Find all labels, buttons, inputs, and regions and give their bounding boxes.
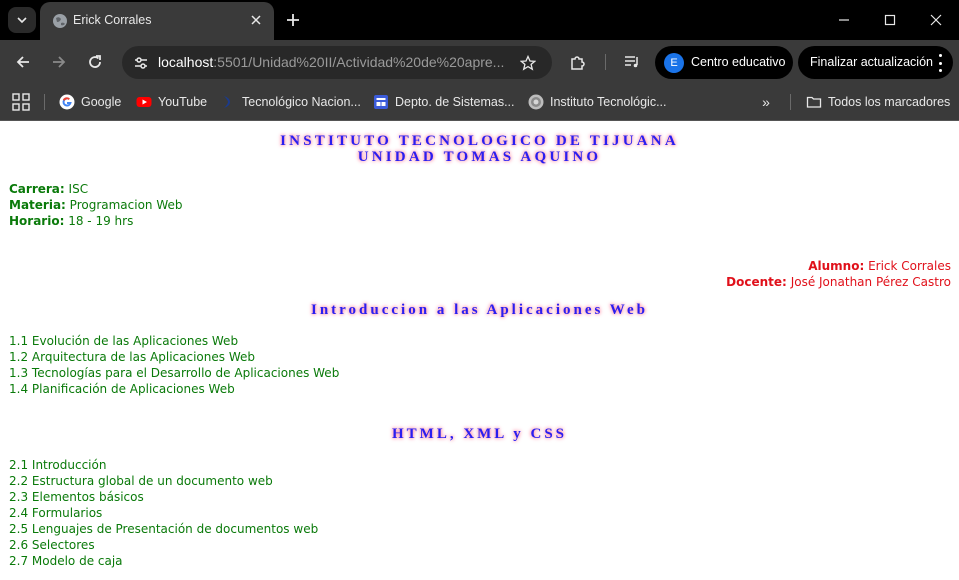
reload-icon — [89, 55, 101, 68]
url-text[interactable]: localhost:5501/Unidad%20II/Actividad%20d… — [158, 54, 508, 70]
google-icon — [59, 94, 75, 110]
bookmarks-bar: Google YouTube Tecnológico Nacion... Dep… — [0, 84, 959, 121]
minimize-icon — [839, 19, 849, 21]
url-host: localhost — [158, 54, 214, 70]
update-button[interactable]: Finalizar actualización — [798, 46, 953, 79]
queue-music-icon — [625, 56, 638, 68]
section-title: Introduccion a las Aplicaciones Web — [311, 302, 648, 318]
topic-item: 2.2 Estructura global de un documento we… — [9, 474, 273, 488]
reload-button[interactable] — [83, 50, 107, 74]
instituto-icon — [528, 94, 544, 110]
bookmark-google[interactable]: Google — [59, 93, 121, 111]
info-materia: Materia: Programacion Web — [9, 198, 183, 212]
sistemas-icon — [373, 94, 389, 110]
tune-icon — [135, 57, 147, 69]
person-key: Docente: — [726, 275, 787, 289]
apps-grid-icon[interactable] — [12, 93, 30, 111]
close-tab-button[interactable] — [248, 12, 264, 28]
topic-item: 2.3 Elementos básicos — [9, 490, 144, 504]
section-title: HTML, XML y CSS — [391, 426, 568, 442]
bookmark-label: YouTube — [158, 95, 208, 109]
avatar: E — [664, 53, 684, 73]
maximize-button[interactable] — [878, 8, 902, 32]
tecnm-icon — [220, 94, 236, 110]
close-window-button[interactable] — [924, 8, 948, 32]
bookmark-label: Depto. de Sistemas... — [395, 95, 515, 109]
bookmark-instituto-tecnologico[interactable]: Instituto Tecnológic... — [528, 93, 667, 111]
plus-icon — [287, 14, 299, 26]
topic-item: 2.4 Formularios — [9, 506, 103, 520]
update-label: Finalizar actualización — [810, 55, 933, 69]
youtube-icon — [136, 94, 152, 110]
star-icon — [520, 55, 536, 71]
tab-title: Erick Corrales — [73, 13, 152, 27]
tab-search-button[interactable] — [8, 7, 36, 33]
bookmark-label: Tecnológico Nacion... — [242, 95, 361, 109]
folder-icon — [806, 94, 822, 110]
topic-item: 2.7 Modelo de caja — [9, 554, 123, 568]
address-bar[interactable]: localhost:5501/Unidad%20II/Actividad%20d… — [122, 46, 552, 79]
puzzle-icon — [571, 56, 585, 70]
toolbar-divider — [605, 54, 606, 70]
docente-line: Docente: José Jonathan Pérez Castro — [726, 275, 951, 289]
info-key: Carrera: — [9, 182, 65, 196]
institution-name: INSTITUTO TECNOLOGICO DE TIJUANA — [280, 133, 679, 149]
info-value: 18 - 19 hrs — [68, 214, 134, 228]
person-value: José Jonathan Pérez Castro — [790, 275, 951, 289]
topic-item: 2.6 Selectores — [9, 538, 95, 552]
all-bookmarks-label: Todos los marcadores — [828, 95, 951, 109]
maximize-icon — [884, 14, 896, 26]
info-horario: Horario: 18 - 19 hrs — [9, 214, 133, 228]
tab-active[interactable]: Erick Corrales — [40, 2, 274, 40]
bookmarks-divider — [44, 94, 45, 110]
site-info-button[interactable] — [131, 53, 151, 73]
web-page: INSTITUTO TECNOLOGICO DE TIJUANA UNIDAD … — [0, 121, 959, 580]
bookmark-label: Google — [81, 95, 122, 109]
institution-unit: UNIDAD TOMAS AQUINO — [357, 149, 602, 165]
media-controls-button[interactable] — [622, 52, 642, 72]
minimize-button[interactable] — [832, 8, 856, 32]
bookmark-youtube[interactable]: YouTube — [136, 93, 207, 111]
bookmark-label: Instituto Tecnológic... — [550, 95, 667, 109]
profile-label: Centro educativo — [691, 55, 786, 69]
info-key: Horario: — [9, 214, 65, 228]
new-tab-button[interactable] — [283, 10, 303, 30]
bookmark-tecnologico-nacional[interactable]: Tecnológico Nacion... — [220, 93, 361, 111]
profile-button[interactable]: E Centro educativo — [655, 46, 793, 79]
close-icon — [251, 15, 261, 25]
close-icon — [930, 14, 942, 26]
more-menu-icon[interactable] — [937, 54, 943, 72]
person-value: Erick Corrales — [868, 259, 951, 273]
info-key: Materia: — [9, 198, 66, 212]
url-path: :5501/Unidad%20II/Actividad%20de%20apre.… — [213, 54, 505, 70]
bookmark-star-button[interactable] — [518, 53, 538, 73]
topic-item: 1.3 Tecnologías para el Desarrollo de Ap… — [9, 366, 340, 380]
chevron-down-icon — [17, 17, 27, 24]
topic-item: 1.4 Planificación de Aplicaciones Web — [9, 382, 235, 396]
back-button[interactable] — [11, 50, 35, 74]
info-value: ISC — [68, 182, 89, 196]
person-key: Alumno: — [808, 259, 865, 273]
bookmarks-divider — [790, 94, 791, 110]
extensions-button[interactable] — [568, 52, 588, 72]
topic-item: 1.1 Evolución de las Aplicaciones Web — [9, 334, 239, 348]
forward-button[interactable] — [47, 50, 71, 74]
info-value: Programacion Web — [69, 198, 183, 212]
tab-strip: Erick Corrales — [0, 0, 959, 40]
topic-item: 1.2 Arquitectura de las Aplicaciones Web — [9, 350, 255, 364]
alumno-line: Alumno: Erick Corrales — [808, 259, 951, 273]
globe-icon — [53, 14, 67, 28]
more-bookmarks-button[interactable]: » — [758, 93, 774, 111]
info-carrera: Carrera: ISC — [9, 182, 88, 196]
bookmark-depto-sistemas[interactable]: Depto. de Sistemas... — [373, 93, 515, 111]
all-bookmarks-button[interactable]: Todos los marcadores — [806, 93, 950, 111]
arrow-right-icon — [53, 56, 66, 68]
arrow-left-icon — [16, 56, 29, 68]
topic-item: 2.5 Lenguajes de Presentación de documen… — [9, 522, 319, 536]
topic-item: 2.1 Introducción — [9, 458, 107, 472]
toolbar: localhost:5501/Unidad%20II/Actividad%20d… — [0, 40, 959, 84]
